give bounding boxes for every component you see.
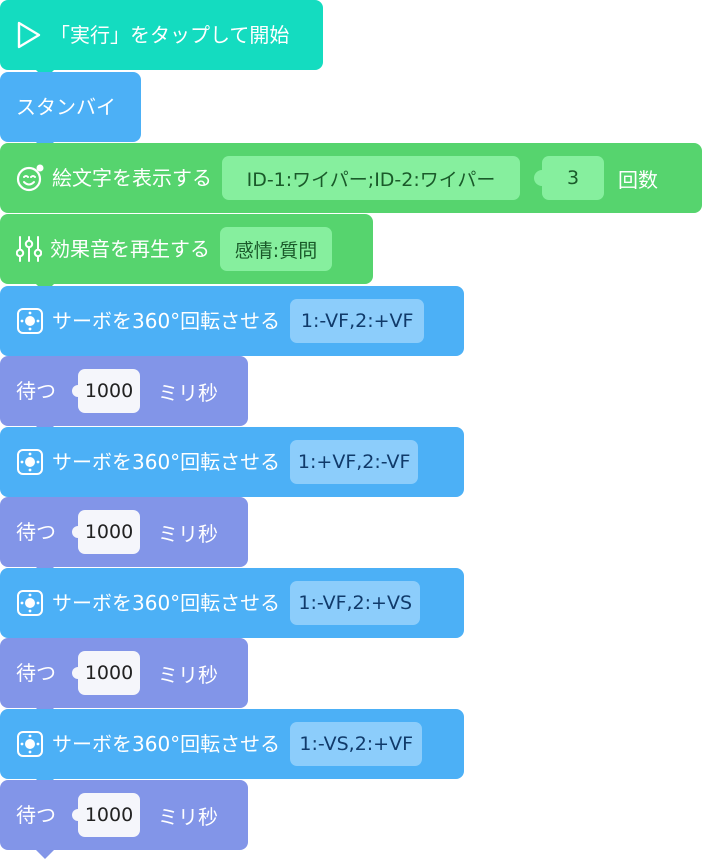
show-emoji-label: 絵文字を表示する: [52, 166, 212, 190]
show-emoji-block[interactable]: 絵文字を表示する ID-1:ワイパー;ID-2:ワイパー 3 回数: [0, 143, 702, 213]
play-sound-label: 効果音を再生する: [50, 237, 210, 261]
wait-label-1: 待つ: [16, 379, 56, 403]
sound-field[interactable]: 感情:質問: [220, 227, 332, 271]
servo-rotate-block-3[interactable]: サーボを360°回転させる 1:-VF,2:+VS: [0, 568, 464, 647]
servo-value-field-3[interactable]: 1:-VF,2:+VS: [290, 581, 421, 625]
emoji-times-suffix: 回数: [618, 167, 658, 192]
play-sound-block[interactable]: 効果音を再生する 感情:質問: [0, 214, 373, 293]
wait-ms-field-2[interactable]: 1000: [72, 510, 140, 554]
play-icon: [16, 21, 42, 49]
wait-label-2: 待つ: [16, 520, 56, 544]
servo-rotate-label-4: サーボを360°回転させる: [52, 732, 281, 756]
wait-ms-field-3[interactable]: 1000: [72, 651, 140, 695]
servo-rotate-block-4[interactable]: サーボを360°回転させる 1:-VS,2:+VF: [0, 709, 464, 788]
servo-value-field-4[interactable]: 1:-VS,2:+VF: [290, 722, 423, 766]
servo-rotate-block-1[interactable]: サーボを360°回転させる 1:-VF,2:+VF: [0, 286, 464, 365]
start-block-label: 「実行」をタップして開始: [50, 23, 290, 47]
sliders-icon: [16, 235, 42, 263]
servo-icon: [16, 307, 44, 335]
wait-suffix-3: ミリ秒: [158, 662, 218, 687]
wait-ms-field-1[interactable]: 1000: [72, 369, 140, 413]
servo-value-field-2[interactable]: 1:+VF,2:-VF: [290, 440, 419, 484]
servo-rotate-label-1: サーボを360°回転させる: [52, 309, 281, 333]
servo-rotate-label-3: サーボを360°回転させる: [52, 591, 281, 615]
wait-block-2[interactable]: 待つ 1000 ミリ秒: [0, 497, 248, 576]
standby-block-label: スタンバイ: [16, 95, 116, 119]
servo-rotate-block-2[interactable]: サーボを360°回転させる 1:+VF,2:-VF: [0, 427, 464, 506]
smiley-icon: [16, 164, 44, 192]
wait-block-3[interactable]: 待つ 1000 ミリ秒: [0, 638, 248, 717]
wait-suffix-1: ミリ秒: [158, 380, 218, 405]
wait-ms-field-4[interactable]: 1000: [72, 793, 140, 837]
start-block[interactable]: 「実行」をタップして開始: [0, 0, 323, 79]
emoji-id-field[interactable]: ID-1:ワイパー;ID-2:ワイパー: [222, 156, 520, 200]
servo-icon: [16, 730, 44, 758]
emoji-times-field[interactable]: 3: [534, 156, 604, 200]
standby-block[interactable]: スタンバイ: [0, 72, 141, 151]
wait-suffix-2: ミリ秒: [158, 521, 218, 546]
servo-rotate-label-2: サーボを360°回転させる: [52, 450, 281, 474]
servo-value-field-1[interactable]: 1:-VF,2:+VF: [290, 299, 425, 343]
servo-icon: [16, 589, 44, 617]
wait-label-4: 待つ: [16, 803, 56, 827]
wait-label-3: 待つ: [16, 661, 56, 685]
servo-icon: [16, 448, 44, 476]
wait-block-4[interactable]: 待つ 1000 ミリ秒: [0, 780, 248, 859]
wait-block-1[interactable]: 待つ 1000 ミリ秒: [0, 356, 248, 435]
wait-suffix-4: ミリ秒: [158, 804, 218, 829]
